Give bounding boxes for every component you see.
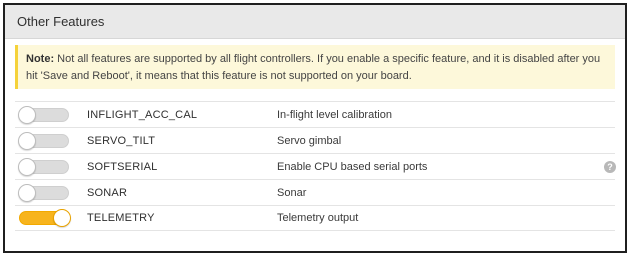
other-features-panel: Other Features Note: Not all features ar…	[3, 3, 627, 253]
feature-row-servo-tilt: SERVO_TILT Servo gimbal	[15, 127, 615, 153]
toggle-switch-telemetry[interactable]	[19, 209, 71, 227]
feature-description: Servo gimbal	[277, 134, 342, 147]
note-box: Note: Not all features are supported by …	[15, 45, 615, 89]
toggle-switch-softserial[interactable]	[18, 157, 69, 176]
question-mark-icon[interactable]: ?	[604, 160, 616, 173]
note-text: Not all features are supported by all fl…	[26, 53, 601, 82]
panel-title: Other Features	[5, 5, 625, 39]
feature-description: Enable CPU based serial ports	[277, 160, 428, 173]
feature-description: Telemetry output	[277, 212, 359, 224]
toggle-switch-servo-tilt[interactable]	[18, 131, 69, 150]
feature-list: INFLIGHT_ACC_CAL In-flight level calibra…	[15, 101, 616, 231]
feature-row-softserial: SOFTSERIAL Enable CPU based serial ports…	[15, 153, 616, 179]
feature-name: SONAR	[87, 186, 128, 199]
toggle-knob	[18, 157, 36, 176]
feature-row-inflight-acc-cal: INFLIGHT_ACC_CAL In-flight level calibra…	[15, 101, 615, 127]
feature-name: INFLIGHT_ACC_CAL	[87, 108, 198, 121]
feature-name: TELEMETRY	[87, 212, 155, 224]
toggle-knob	[18, 131, 36, 150]
feature-row-telemetry: TELEMETRY Telemetry output	[15, 205, 615, 231]
toggle-knob	[53, 209, 71, 227]
toggle-switch-inflight-acc-cal[interactable]	[18, 105, 69, 124]
feature-description: Sonar	[277, 186, 307, 199]
note-label: Note:	[26, 53, 55, 65]
feature-name: SERVO_TILT	[87, 134, 156, 147]
feature-name: SOFTSERIAL	[87, 160, 158, 173]
feature-row-sonar: SONAR Sonar	[15, 179, 615, 205]
toggle-knob	[18, 105, 36, 124]
feature-description: In-flight level calibration	[277, 108, 392, 121]
toggle-knob	[18, 183, 36, 202]
toggle-switch-sonar[interactable]	[18, 183, 69, 202]
